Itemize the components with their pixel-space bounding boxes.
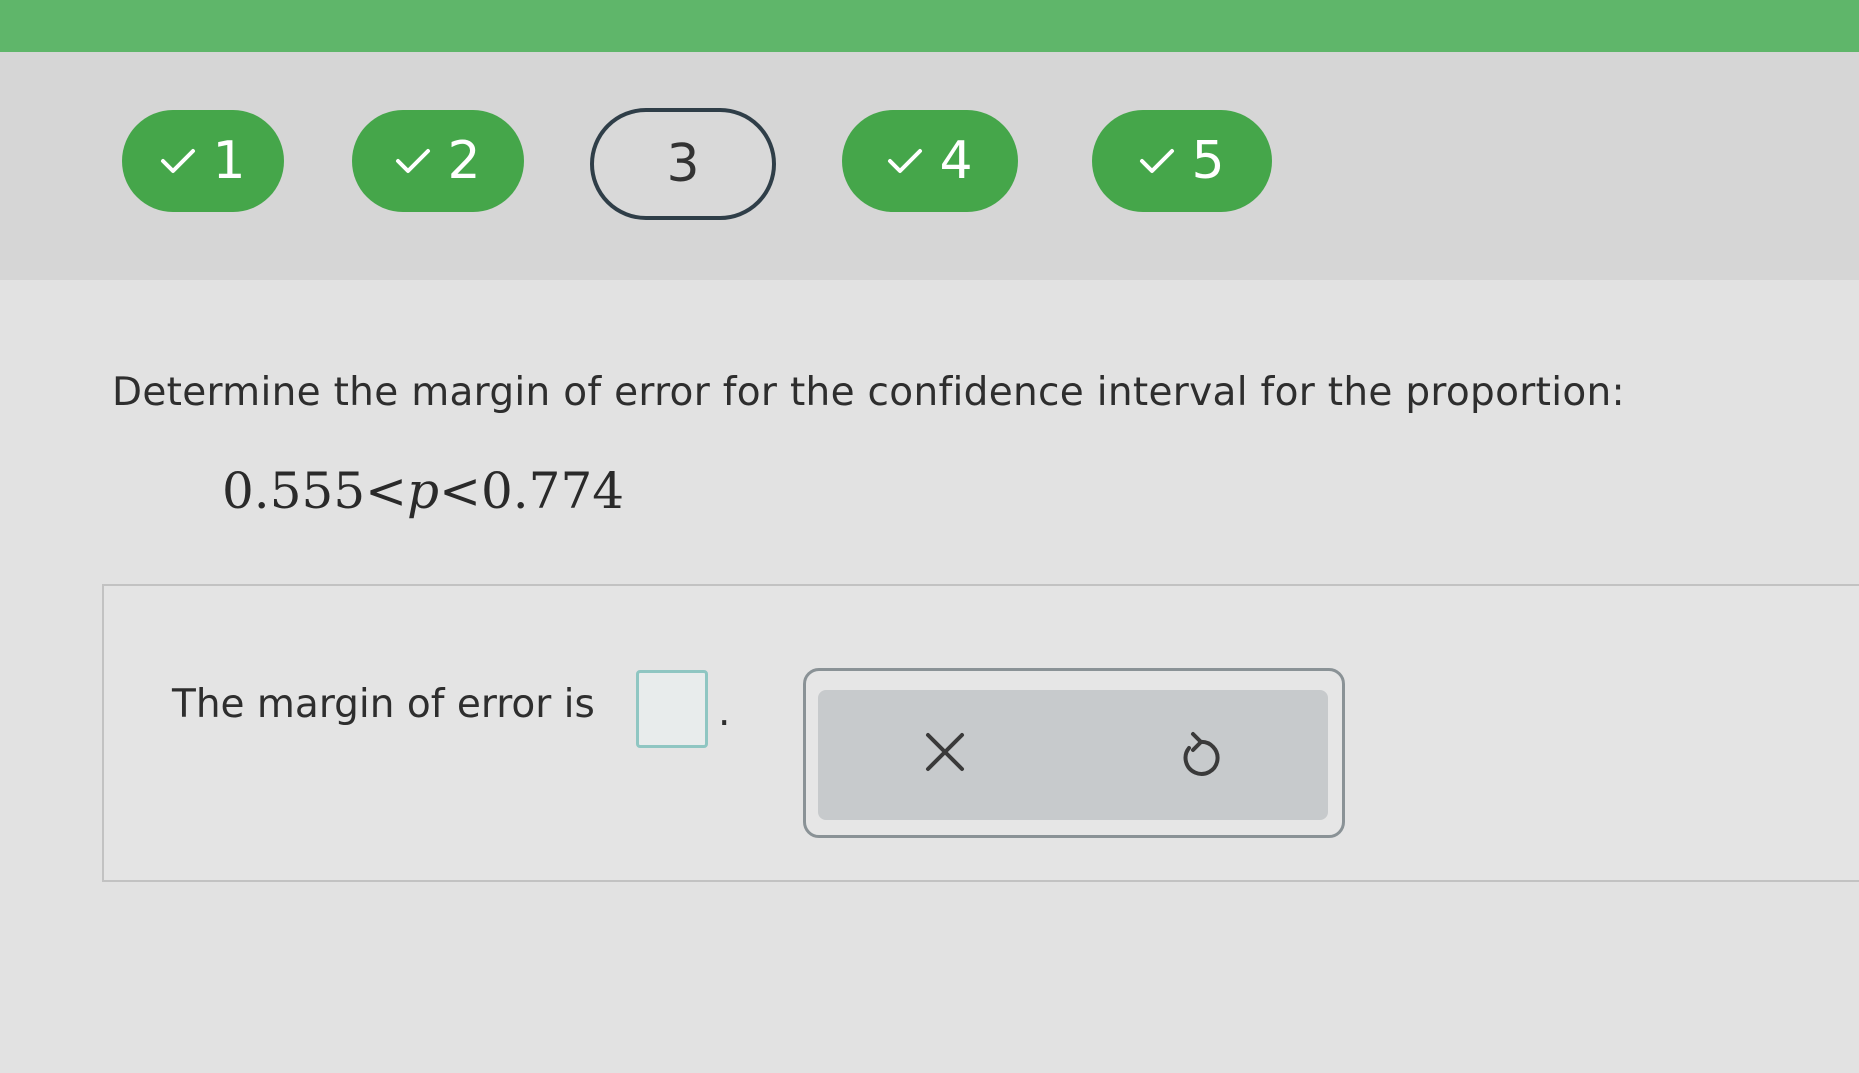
checkmark-icon xyxy=(161,149,196,173)
question-nav-label: 4 xyxy=(939,131,973,191)
formula-less-than: < xyxy=(365,462,408,520)
undo-icon xyxy=(1183,732,1220,776)
answer-tools-bar xyxy=(818,690,1328,820)
formula-less-than: < xyxy=(439,462,481,520)
margin-of-error-input[interactable] xyxy=(636,670,708,748)
top-bar xyxy=(0,0,1859,52)
question-nav-label: 1 xyxy=(212,131,246,191)
answer-label: The margin of error is xyxy=(172,682,595,727)
checkmark-icon xyxy=(396,149,431,173)
question-prompt: Determine the margin of error for the co… xyxy=(112,370,1625,415)
answer-suffix: . xyxy=(718,690,731,735)
confidence-interval-formula: 0.555<p<0.774 xyxy=(222,462,624,520)
question-nav-label: 3 xyxy=(666,134,700,194)
undo-button[interactable] xyxy=(1160,714,1240,794)
checkmark-icon xyxy=(1140,149,1175,173)
question-nav-label: 2 xyxy=(447,131,481,191)
formula-upper-bound: 0.774 xyxy=(480,462,625,520)
formula-variable: p xyxy=(407,462,440,520)
question-nav-5[interactable]: 5 xyxy=(1092,110,1272,212)
question-nav-label: 5 xyxy=(1191,131,1225,191)
checkmark-icon xyxy=(888,149,923,173)
formula-lower-bound: 0.555 xyxy=(222,462,366,520)
question-nav-1[interactable]: 1 xyxy=(122,110,284,212)
close-icon xyxy=(926,733,964,771)
question-nav-4[interactable]: 4 xyxy=(842,110,1018,212)
question-nav-3[interactable]: 3 xyxy=(590,108,776,220)
question-nav-2[interactable]: 2 xyxy=(352,110,524,212)
clear-answer-button[interactable] xyxy=(905,712,985,792)
